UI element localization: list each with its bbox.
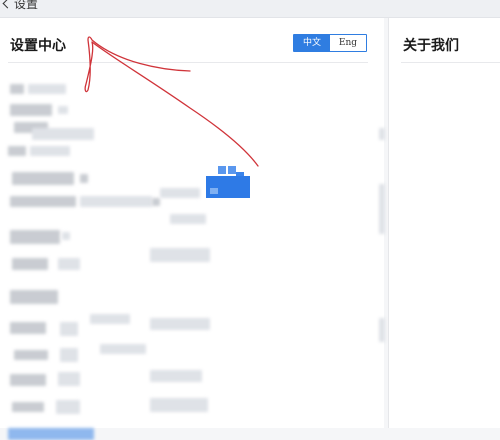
- language-toggle[interactable]: 中文 Eng: [293, 34, 367, 52]
- blurred-logo-mosaic: [206, 166, 250, 198]
- back-label: 设置: [14, 0, 39, 11]
- top-bar: 设置: [0, 0, 500, 18]
- lang-option-zh[interactable]: 中文: [294, 35, 330, 51]
- chevron-left-icon: [2, 0, 13, 8]
- page-title: 设置中心: [10, 38, 66, 54]
- about-panel: 关于我们: [379, 18, 500, 428]
- about-divider: [401, 62, 500, 63]
- about-title: 关于我们: [403, 38, 459, 54]
- settings-panel: 设置中心 中文 Eng: [0, 18, 384, 440]
- title-divider: [8, 62, 368, 63]
- lang-option-en[interactable]: Eng: [330, 35, 366, 51]
- back-button[interactable]: 设置: [0, 0, 38, 13]
